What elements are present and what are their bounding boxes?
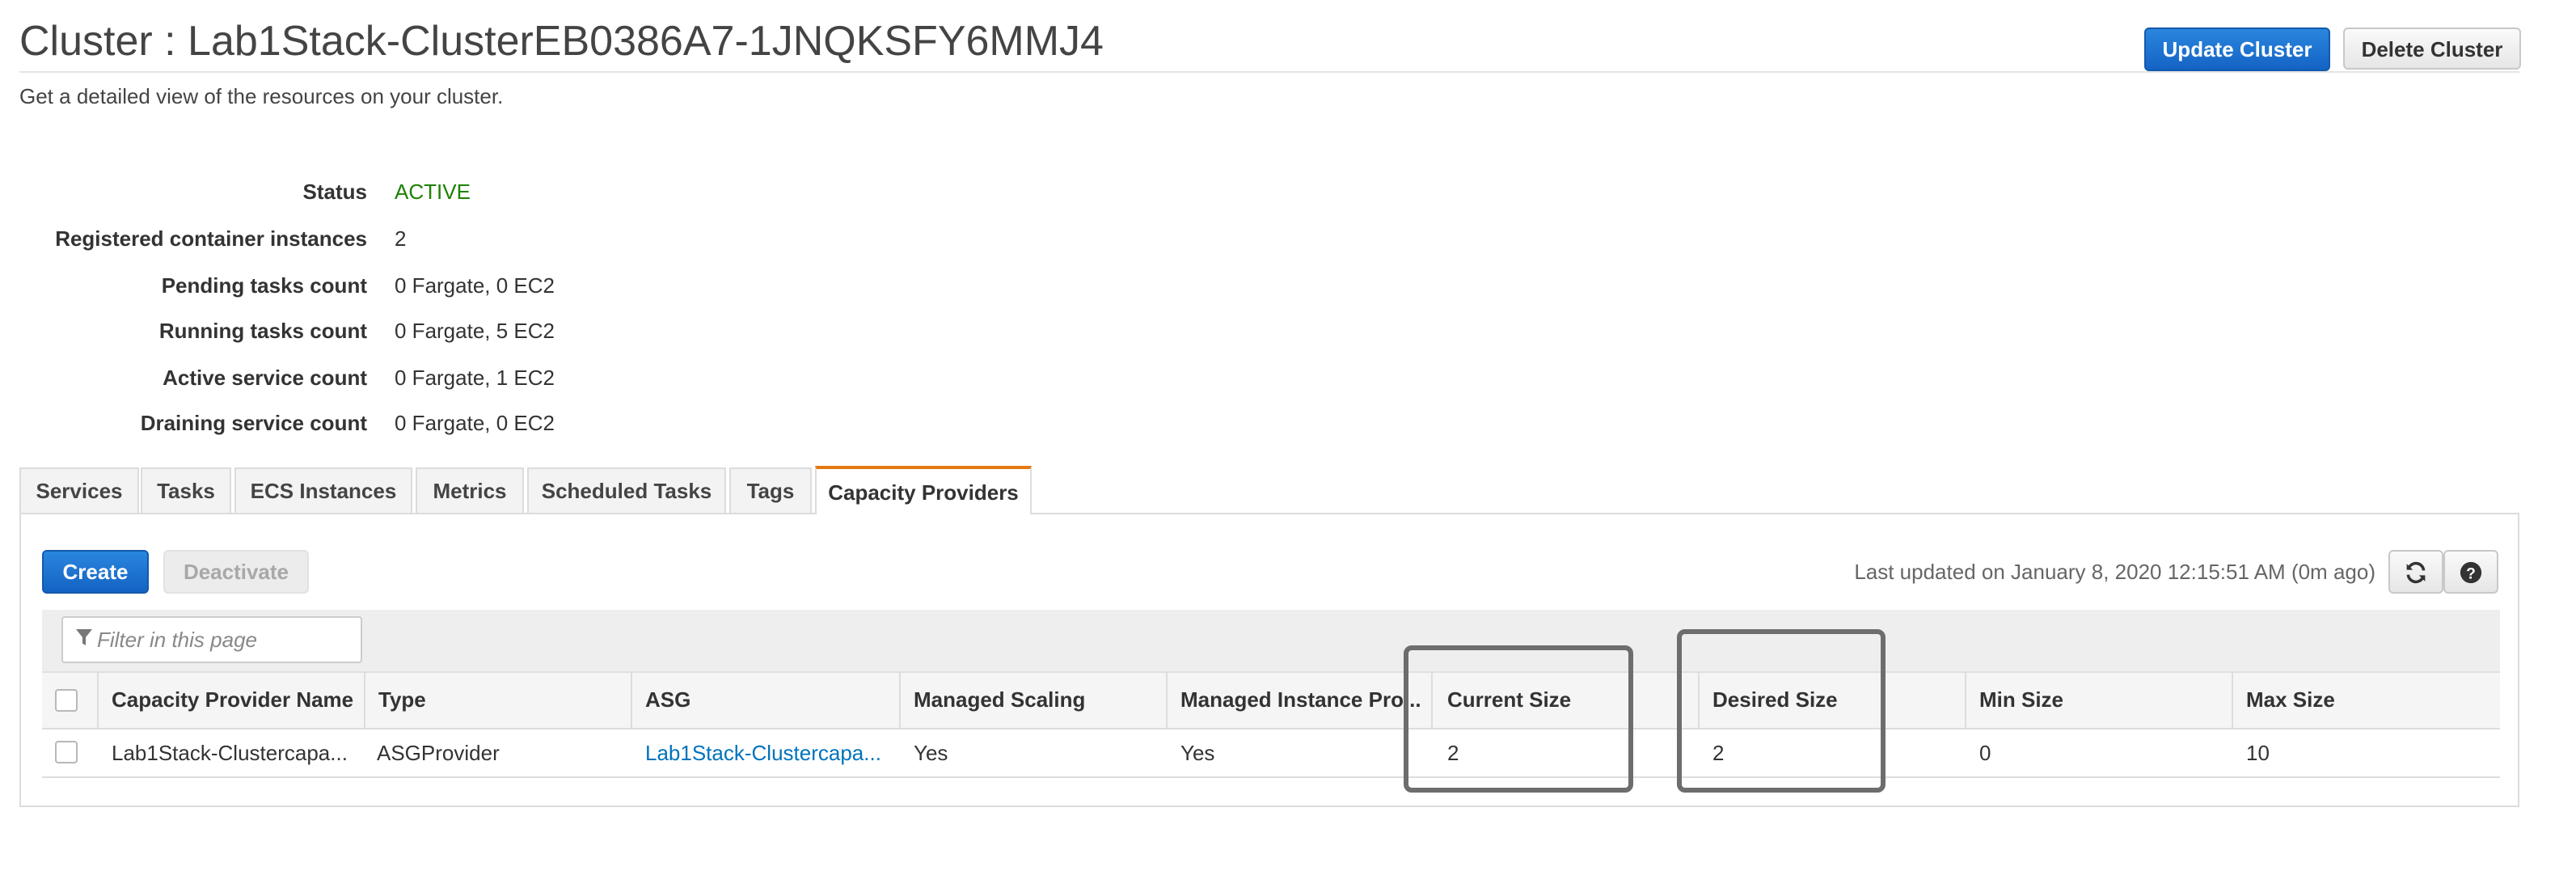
cell-type: ASGProvider: [377, 741, 500, 765]
page: Cluster : Lab1Stack-ClusterEB0386A7-1JNQ…: [0, 0, 2576, 888]
update-cluster-button[interactable]: Update Cluster: [2144, 27, 2330, 71]
cell-asg-link[interactable]: Lab1Stack-Clustercapa...: [645, 741, 881, 765]
delete-cluster-button[interactable]: Delete Cluster: [2343, 27, 2521, 70]
current-size-highlight-box: [1404, 645, 1633, 793]
create-button[interactable]: Create: [42, 550, 149, 594]
column-divider: [1965, 671, 1966, 729]
title-divider: [19, 71, 2519, 73]
tab-scheduled-tasks[interactable]: Scheduled Tasks: [527, 467, 726, 513]
column-divider: [899, 671, 901, 729]
column-divider: [631, 671, 632, 729]
column-header-managed-scaling[interactable]: Managed Scaling: [914, 687, 1085, 712]
row-checkbox[interactable]: [55, 741, 78, 763]
tab-tags[interactable]: Tags: [729, 467, 812, 513]
column-header-asg[interactable]: ASG: [645, 687, 690, 712]
last-updated-text: Last updated on January 8, 2020 12:15:51…: [1854, 560, 2375, 584]
column-header-managed-instance-protection[interactable]: Managed Instance Pro...: [1180, 687, 1421, 712]
cell-max-size: 10: [2246, 741, 2270, 765]
help-button[interactable]: ?: [2443, 550, 2498, 594]
column-header-min-size[interactable]: Min Size: [1979, 687, 2063, 712]
tab-services[interactable]: Services: [19, 467, 139, 513]
help-icon: ?: [2460, 560, 2482, 583]
cell-managed-scaling: Yes: [914, 741, 948, 765]
draining-service-label: Draining service count: [140, 411, 367, 435]
filter-icon: [76, 629, 92, 650]
page-title: Cluster : Lab1Stack-ClusterEB0386A7-1JNQ…: [19, 16, 1104, 65]
draining-service-value: 0 Fargate, 0 EC2: [395, 411, 555, 435]
column-header-max-size[interactable]: Max Size: [2246, 687, 2335, 712]
tab-capacity-providers[interactable]: Capacity Providers: [815, 466, 1032, 514]
column-header-type[interactable]: Type: [378, 687, 426, 712]
filter-bar: [42, 610, 2500, 671]
cell-managed-instance-protection: Yes: [1180, 741, 1215, 765]
refresh-icon: [2405, 560, 2427, 583]
column-divider: [364, 671, 365, 729]
filter-placeholder: Filter in this page: [97, 628, 257, 652]
pending-tasks-label: Pending tasks count: [161, 273, 367, 298]
column-header-name[interactable]: Capacity Provider Name: [112, 687, 353, 712]
status-value: ACTIVE: [395, 180, 471, 204]
running-tasks-value: 0 Fargate, 5 EC2: [395, 319, 555, 343]
deactivate-button[interactable]: Deactivate: [163, 550, 309, 594]
column-divider: [2232, 671, 2233, 729]
page-subtitle: Get a detailed view of the resources on …: [19, 84, 504, 108]
column-divider: [1166, 671, 1168, 729]
select-all-checkbox[interactable]: [55, 689, 78, 712]
row-divider: [42, 776, 2500, 778]
registered-instances-value: 2: [395, 226, 407, 251]
status-label: Status: [302, 180, 367, 204]
cell-min-size: 0: [1979, 741, 1991, 765]
svg-text:?: ?: [2466, 565, 2476, 581]
tab-metrics[interactable]: Metrics: [416, 467, 524, 513]
active-service-label: Active service count: [163, 366, 367, 390]
filter-input[interactable]: Filter in this page: [61, 616, 362, 663]
column-divider: [97, 671, 99, 729]
active-service-value: 0 Fargate, 1 EC2: [395, 366, 555, 390]
tab-ecs-instances[interactable]: ECS Instances: [234, 467, 412, 513]
desired-size-highlight-box: [1677, 629, 1886, 793]
pending-tasks-value: 0 Fargate, 0 EC2: [395, 273, 555, 298]
cell-provider-name: Lab1Stack-Clustercapa...: [112, 741, 348, 765]
running-tasks-label: Running tasks count: [158, 319, 367, 343]
tab-tasks[interactable]: Tasks: [141, 467, 231, 513]
refresh-button[interactable]: [2388, 550, 2443, 594]
registered-instances-label: Registered container instances: [55, 226, 367, 251]
